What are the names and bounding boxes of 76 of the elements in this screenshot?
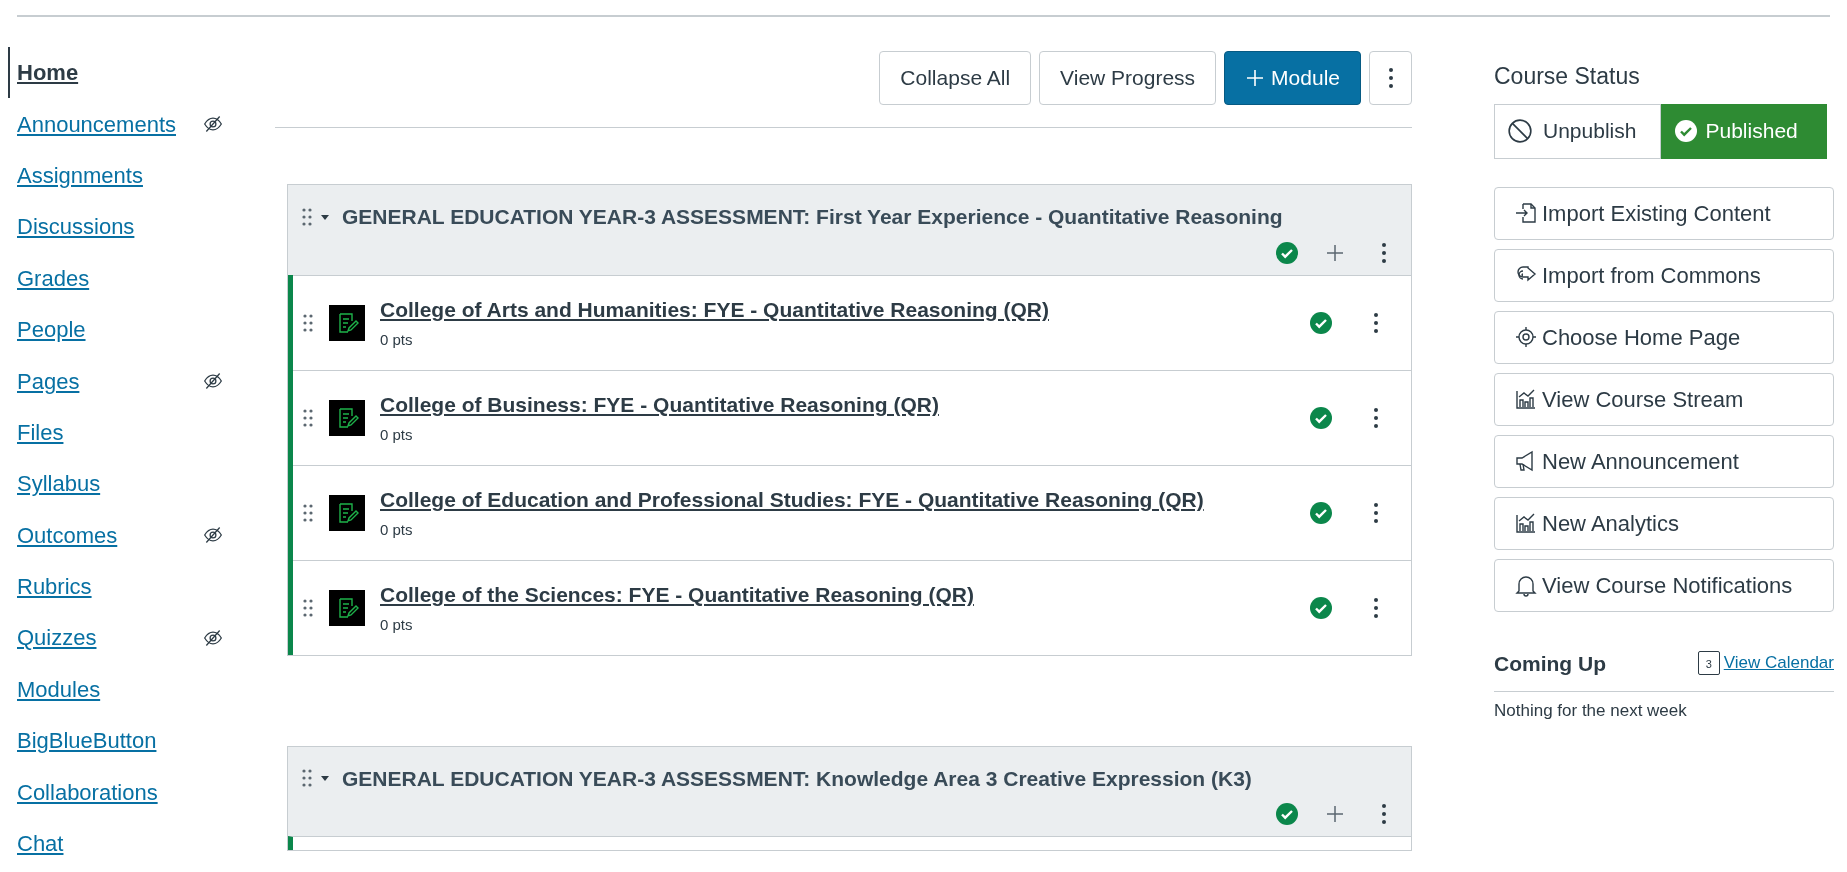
more-options-icon[interactable] (1381, 803, 1387, 825)
section-heading: Course Status (1494, 62, 1641, 91)
nav-link[interactable]: Pages (10, 364, 80, 398)
section-heading: Coming Up (1494, 650, 1606, 677)
nav-link[interactable]: Discussions (10, 210, 135, 244)
drag-handle-icon[interactable] (303, 312, 313, 333)
sidebar-action-button[interactable]: View Course Notifications (1494, 558, 1834, 612)
prohibited-icon (1507, 118, 1533, 144)
assignment-link[interactable]: College of Education and Professional Studies: FYE - Quantitative Reasoning (QR) (380, 484, 1204, 516)
nav-link[interactable]: Home (10, 56, 79, 90)
sidebar-action-button[interactable]: Choose Home Page (1494, 310, 1834, 364)
sidebar-action-button[interactable]: Import from Commons (1494, 248, 1834, 302)
more-options-icon[interactable] (1373, 406, 1379, 429)
nav-link[interactable]: Chat (10, 827, 64, 861)
sidebar-action-button[interactable]: New Analytics (1494, 496, 1834, 550)
nav-link[interactable]: Modules (10, 672, 101, 706)
nav-link[interactable]: Outcomes (10, 518, 118, 552)
add-item-icon[interactable] (1325, 804, 1345, 824)
drag-handle-icon[interactable] (302, 206, 312, 227)
nav-link[interactable]: People (10, 313, 86, 347)
nav-link[interactable]: Assignments (10, 158, 143, 192)
assignment-link[interactable]: College of Business: FYE - Quantitative Reasoning (QR) (380, 389, 939, 421)
add-module-button[interactable]: Module (1224, 51, 1361, 105)
nav-link[interactable]: Rubrics (10, 570, 92, 604)
toolbar-button[interactable]: Collapse All (879, 51, 1032, 105)
more-options-icon[interactable] (1373, 596, 1379, 619)
drag-handle-icon[interactable] (303, 597, 313, 618)
sidebar-action-button[interactable]: New Announcement (1494, 434, 1834, 488)
assignment-icon (329, 399, 365, 436)
import-icon (1514, 201, 1538, 225)
plus-icon (1245, 68, 1266, 88)
assignment-icon (329, 589, 365, 626)
more-options-icon[interactable] (1373, 311, 1379, 334)
nav-link[interactable]: Files (10, 415, 64, 449)
check-circle-icon (1673, 119, 1698, 143)
empty-state-text: Nothing for the next week (1494, 700, 1688, 722)
published-check-icon[interactable] (1309, 595, 1333, 620)
toolbar-button[interactable]: View Progress (1039, 51, 1217, 105)
drag-handle-icon[interactable] (302, 768, 312, 789)
assignment-link[interactable]: College of Arts and Humanities: FYE - Quantitative Reasoning (QR) (380, 294, 1049, 326)
module-title: GENERAL EDUCATION YEAR-3 ASSESSMENT: Knowledge Area 3 Creative Expression (K3) (342, 765, 1252, 792)
bell-icon (1514, 573, 1538, 597)
kebab-icon (1387, 67, 1394, 89)
module-title: GENERAL EDUCATION YEAR-3 ASSESSMENT: First Year Experience - Quantitative Reasoning (342, 204, 1283, 230)
points-text: 0 pts (380, 329, 414, 350)
more-options-icon[interactable] (1373, 501, 1379, 524)
nav-link[interactable]: Syllabus (10, 467, 101, 501)
assignment-link[interactable]: College of the Sciences: FYE - Quantitative Reasoning (QR) (380, 579, 974, 611)
published-button[interactable]: Published (1660, 103, 1827, 159)
published-check-icon[interactable] (1309, 500, 1333, 525)
target-icon (1514, 325, 1538, 349)
published-check-icon[interactable] (1275, 802, 1299, 826)
published-check-icon[interactable] (1309, 405, 1333, 430)
drag-handle-icon[interactable] (303, 407, 313, 428)
nav-link[interactable]: Announcements (10, 107, 176, 141)
nav-link[interactable]: Quizzes (10, 621, 97, 655)
drag-handle-icon[interactable] (303, 502, 313, 523)
calendar-icon: 3 (1697, 651, 1720, 675)
sidebar-action-button[interactable]: View Course Stream (1494, 372, 1834, 426)
nav-link[interactable]: Grades (10, 261, 90, 295)
chart-icon (1514, 511, 1538, 535)
points-text: 0 pts (380, 519, 414, 540)
nav-link[interactable]: BigBlueButton (10, 724, 157, 758)
unpublish-button[interactable]: Unpublish (1494, 103, 1661, 159)
chart-icon (1514, 387, 1538, 411)
assignment-icon (329, 304, 365, 341)
view-calendar-link[interactable]: View Calendar (1723, 649, 1834, 675)
published-check-icon[interactable] (1309, 310, 1333, 335)
points-text: 0 pts (380, 614, 414, 635)
nav-link[interactable]: Collaborations (10, 775, 158, 809)
assignment-icon (329, 494, 365, 531)
published-check-icon[interactable] (1275, 240, 1299, 265)
sidebar-action-button[interactable]: Import Existing Content (1494, 186, 1834, 240)
points-text: 0 pts (380, 424, 414, 445)
add-item-icon[interactable] (1325, 242, 1345, 263)
more-options-icon[interactable] (1381, 241, 1387, 264)
